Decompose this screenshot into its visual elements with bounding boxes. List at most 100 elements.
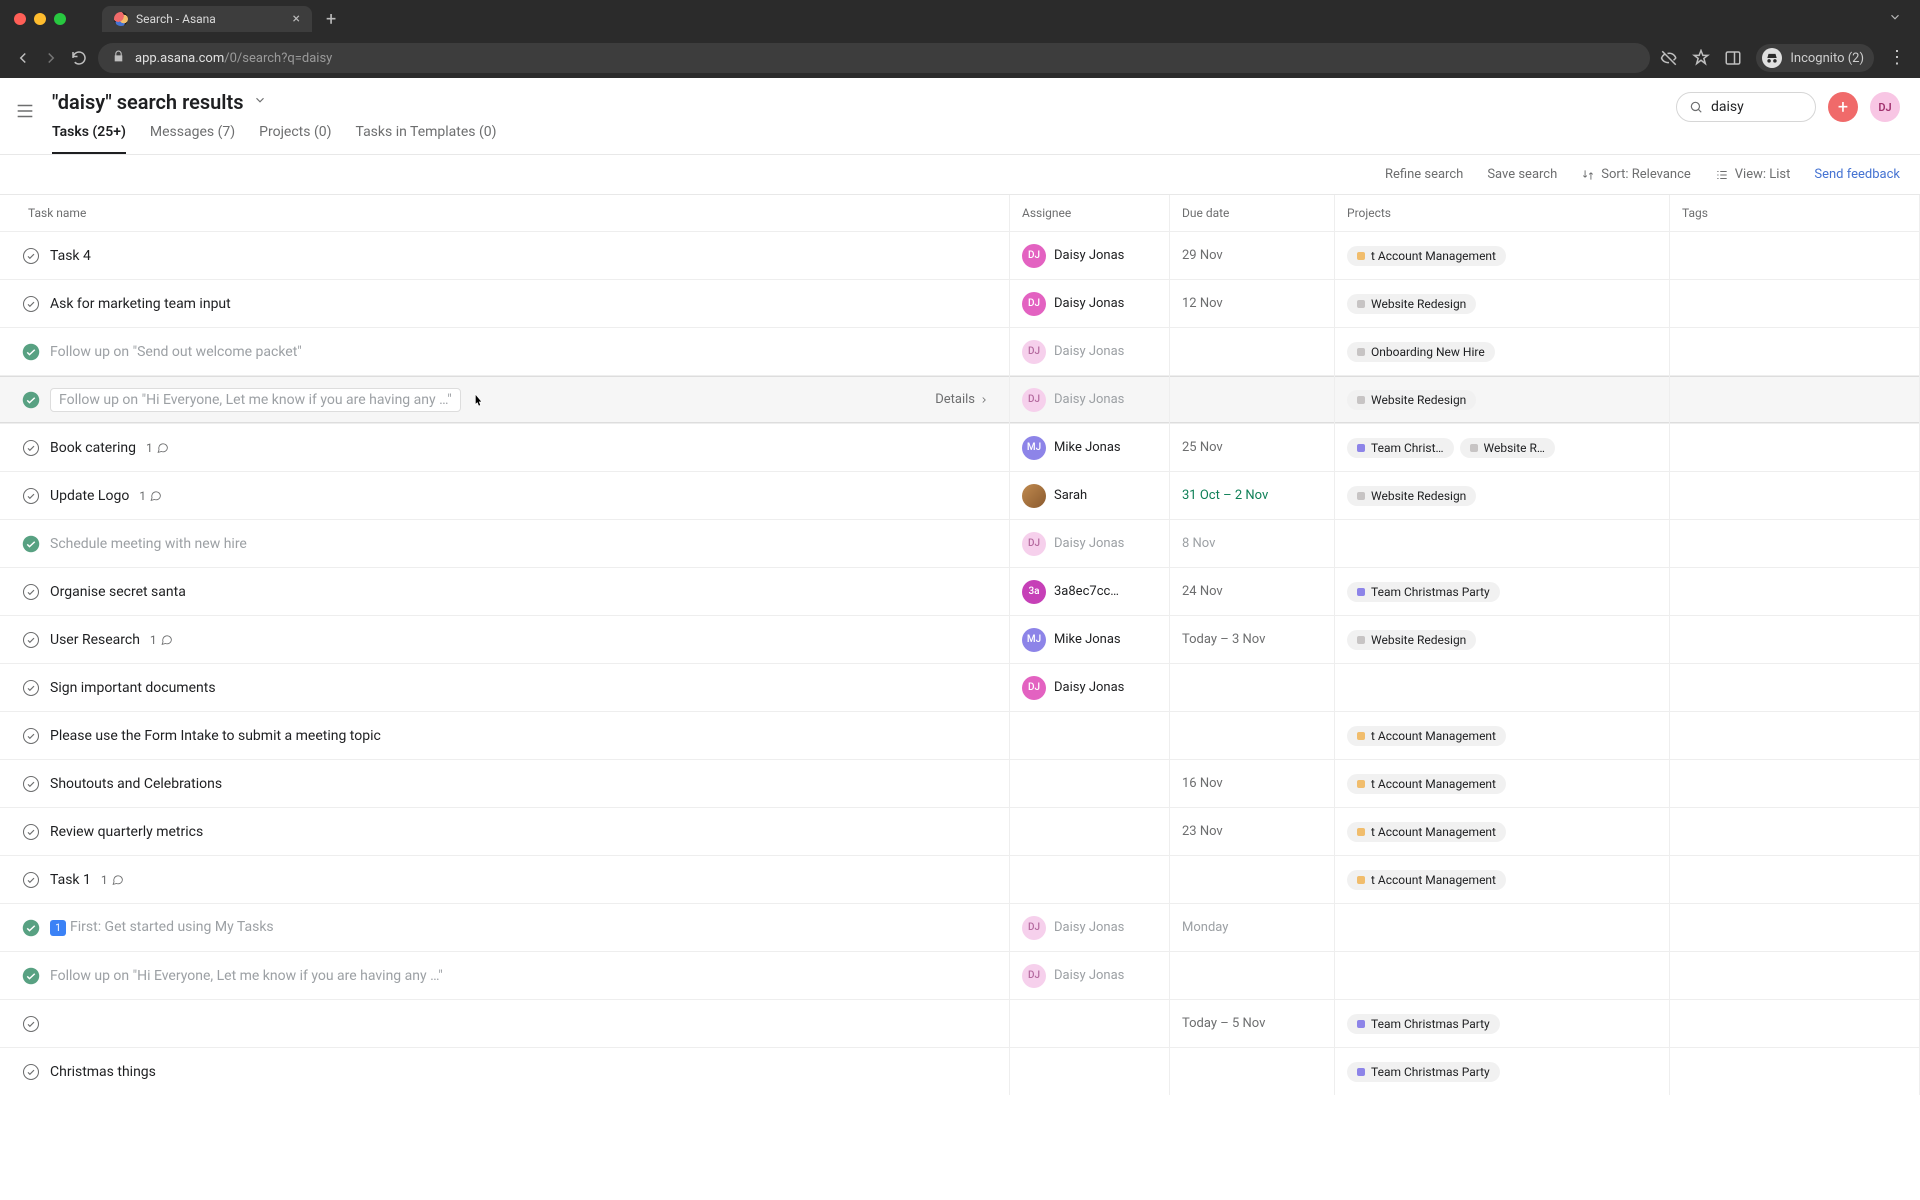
assignee-cell[interactable]: DJDaisy Jonas (1010, 376, 1170, 423)
close-tab-icon[interactable]: × (293, 12, 300, 26)
assignee-cell[interactable]: MJMike Jonas (1010, 424, 1170, 471)
due-date-cell[interactable] (1170, 856, 1335, 903)
task-name-cell[interactable]: Organise secret santa (0, 568, 1010, 615)
assignee-cell[interactable] (1010, 856, 1170, 903)
assignee-cell[interactable]: 3a3a8ec7cc… (1010, 568, 1170, 615)
tags-cell[interactable] (1670, 280, 1920, 327)
col-task-name[interactable]: Task name (0, 195, 1010, 231)
task-name-cell[interactable]: Follow up on "Hi Everyone, Let me know i… (0, 952, 1010, 999)
task-name-cell[interactable]: Book catering1 (0, 424, 1010, 471)
check-incomplete-icon[interactable] (22, 583, 40, 601)
task-name-cell[interactable]: User Research1 (0, 616, 1010, 663)
tags-cell[interactable] (1670, 664, 1920, 711)
task-name-cell[interactable]: Task 11 (0, 856, 1010, 903)
col-tags[interactable]: Tags (1670, 195, 1920, 231)
bookmark-icon[interactable] (1692, 49, 1710, 67)
assignee-cell[interactable] (1010, 1000, 1170, 1047)
project-pill[interactable]: Website Redesign (1347, 486, 1476, 506)
send-feedback-link[interactable]: Send feedback (1814, 167, 1900, 182)
incognito-indicator[interactable]: Incognito (2) (1756, 44, 1874, 72)
check-incomplete-icon[interactable] (22, 775, 40, 793)
tags-cell[interactable] (1670, 856, 1920, 903)
col-assignee[interactable]: Assignee (1010, 195, 1170, 231)
projects-cell[interactable]: Team Christ…Website R… (1335, 424, 1670, 471)
comment-count-badge[interactable]: 1 (139, 489, 162, 503)
eye-off-icon[interactable] (1660, 49, 1678, 67)
table-row[interactable]: Task 11 t Account Management (0, 855, 1920, 903)
task-name-cell[interactable]: 1First: Get started using My Tasks (0, 904, 1010, 951)
projects-cell[interactable]: t Account Management (1335, 232, 1670, 279)
assignee-cell[interactable]: DJDaisy Jonas (1010, 280, 1170, 327)
projects-cell[interactable] (1335, 520, 1670, 567)
projects-cell[interactable] (1335, 664, 1670, 711)
tags-cell[interactable] (1670, 232, 1920, 279)
tags-cell[interactable] (1670, 328, 1920, 375)
tab-tasks[interactable]: Tasks (25+) (52, 124, 126, 154)
tags-cell[interactable] (1670, 760, 1920, 807)
due-date-cell[interactable] (1170, 952, 1335, 999)
tags-cell[interactable] (1670, 568, 1920, 615)
task-name-cell[interactable]: Review quarterly metrics (0, 808, 1010, 855)
due-date-cell[interactable] (1170, 328, 1335, 375)
tab-overflow-button[interactable] (1878, 10, 1912, 28)
minimize-window-button[interactable] (34, 13, 46, 25)
project-pill[interactable]: Website Redesign (1347, 294, 1476, 314)
assignee-cell[interactable] (1010, 1048, 1170, 1095)
tags-cell[interactable] (1670, 1000, 1920, 1047)
project-pill[interactable]: Onboarding New Hire (1347, 342, 1495, 362)
check-complete-icon[interactable] (22, 967, 40, 985)
title-dropdown-button[interactable] (253, 93, 267, 111)
assignee-cell[interactable]: MJMike Jonas (1010, 616, 1170, 663)
assignee-cell[interactable]: DJDaisy Jonas (1010, 328, 1170, 375)
comment-count-badge[interactable]: 1 (146, 441, 169, 455)
assignee-cell[interactable]: Sarah (1010, 472, 1170, 519)
projects-cell[interactable]: Team Christmas Party (1335, 1048, 1670, 1095)
due-date-cell[interactable]: 29 Nov (1170, 232, 1335, 279)
due-date-cell[interactable]: 25 Nov (1170, 424, 1335, 471)
assignee-cell[interactable] (1010, 808, 1170, 855)
projects-cell[interactable]: t Account Management (1335, 808, 1670, 855)
check-complete-icon[interactable] (22, 535, 40, 553)
table-row[interactable]: Shoutouts and Celebrations16 Novt Accoun… (0, 759, 1920, 807)
due-date-cell[interactable]: 31 Oct – 2 Nov (1170, 472, 1335, 519)
table-row[interactable]: Review quarterly metrics 23 Nov t Account … (0, 807, 1920, 855)
check-incomplete-icon[interactable] (22, 727, 40, 745)
project-pill[interactable]: t Account Management (1347, 822, 1506, 842)
projects-cell[interactable]: t Account Management (1335, 712, 1670, 759)
table-row[interactable]: User Research1MJMike JonasToday – 3 NovW… (0, 615, 1920, 663)
projects-cell[interactable]: Website Redesign (1335, 280, 1670, 327)
refine-search-button[interactable]: Refine search (1385, 167, 1463, 182)
back-button[interactable] (14, 49, 32, 67)
task-name-cell[interactable]: Update Logo1 (0, 472, 1010, 519)
table-row[interactable]: Christmas thingsTeam Christmas Party (0, 1047, 1920, 1095)
projects-cell[interactable] (1335, 904, 1670, 951)
assignee-cell[interactable]: DJDaisy Jonas (1010, 520, 1170, 567)
check-incomplete-icon[interactable] (22, 1015, 40, 1033)
tags-cell[interactable] (1670, 472, 1920, 519)
address-bar[interactable]: app.asana.com/0/search?q=daisy (98, 43, 1650, 73)
due-date-cell[interactable]: 23 Nov (1170, 808, 1335, 855)
reload-button[interactable] (70, 49, 88, 67)
sort-button[interactable]: Sort: Relevance (1581, 167, 1691, 182)
table-row[interactable]: Please use the Form Intake to submit a m… (0, 711, 1920, 759)
project-pill[interactable]: t Account Management (1347, 870, 1506, 890)
table-row[interactable]: Organise secret santa3a3a8ec7cc…24 NovTe… (0, 567, 1920, 615)
due-date-cell[interactable]: 12 Nov (1170, 280, 1335, 327)
due-date-cell[interactable] (1170, 664, 1335, 711)
check-incomplete-icon[interactable] (22, 871, 40, 889)
projects-cell[interactable]: Team Christmas Party (1335, 1000, 1670, 1047)
task-name-cell[interactable] (0, 1000, 1010, 1047)
table-row[interactable]: Follow up on "Hi Everyone, Let me know i… (0, 951, 1920, 999)
tags-cell[interactable] (1670, 1048, 1920, 1095)
panel-icon[interactable] (1724, 49, 1742, 67)
close-window-button[interactable] (14, 13, 26, 25)
comment-count-badge[interactable]: 1 (150, 633, 173, 647)
due-date-cell[interactable]: Monday (1170, 904, 1335, 951)
assignee-cell[interactable]: DJDaisy Jonas (1010, 232, 1170, 279)
check-incomplete-icon[interactable] (22, 823, 40, 841)
project-pill[interactable]: Team Christmas Party (1347, 1062, 1500, 1082)
check-incomplete-icon[interactable] (22, 631, 40, 649)
due-date-cell[interactable] (1170, 712, 1335, 759)
projects-cell[interactable]: t Account Management (1335, 760, 1670, 807)
table-row[interactable]: Today – 5 NovTeam Christmas Party (0, 999, 1920, 1047)
